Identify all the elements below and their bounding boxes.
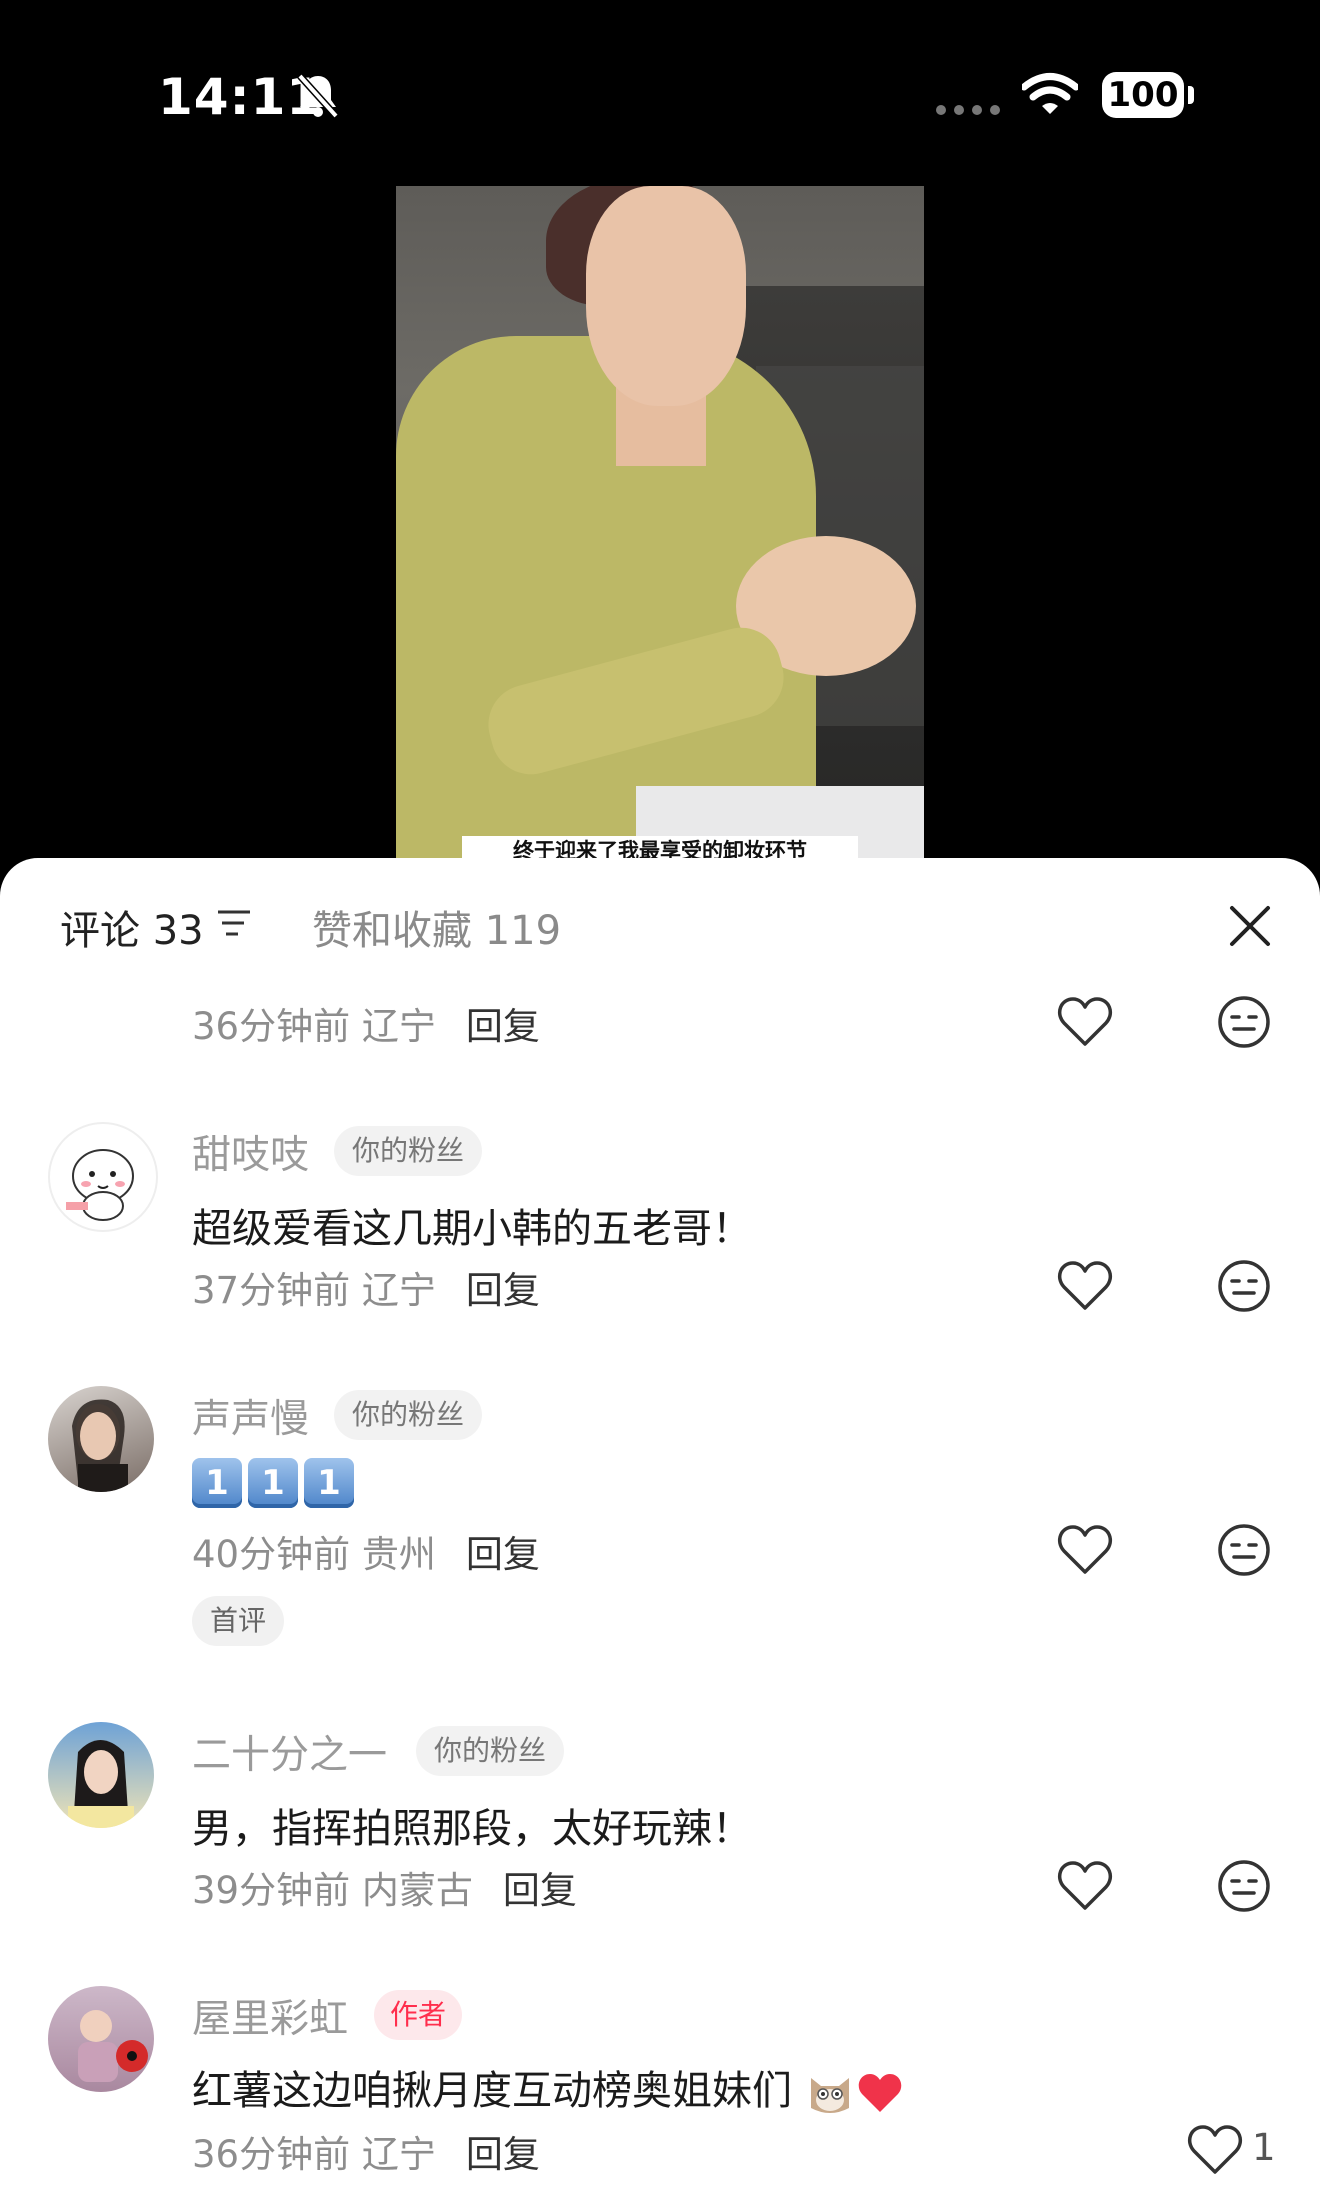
comment-emoji-keycaps: 111 — [192, 1458, 360, 1508]
heart-icon[interactable] — [1057, 1260, 1113, 1312]
comment-sheet: 评论 33 赞和收藏 119 36分钟前 辽宁 回复 甜吱吱 你的粉丝 超级爱看… — [0, 858, 1320, 2209]
sort-filter-icon[interactable] — [216, 908, 252, 938]
username[interactable]: 声声慢 — [192, 1388, 309, 1444]
reply-button[interactable]: 回复 — [466, 2133, 540, 2176]
avatar[interactable] — [48, 1722, 154, 1828]
comment-text: 超级爱看这几期小韩的五老哥！ — [192, 1206, 752, 1252]
keycap-one-emoji: 1 — [192, 1458, 242, 1508]
battery-level: 100 — [1102, 72, 1184, 118]
comment-time-location: 37分钟前 辽宁 — [192, 1269, 436, 1312]
username[interactable]: 甜吱吱 — [192, 1124, 309, 1180]
red-heart-icon — [858, 2074, 901, 2112]
username[interactable]: 二十分之一 — [192, 1724, 387, 1780]
reaction-face-icon[interactable] — [1217, 995, 1271, 1049]
tab-comments[interactable]: 评论 33 — [60, 898, 204, 956]
username[interactable]: 屋里彩虹 — [192, 1988, 348, 2044]
avatar[interactable] — [48, 1122, 158, 1232]
cat-emoji-icon — [810, 2078, 849, 2113]
tab-likes-favorites[interactable]: 赞和收藏 119 — [312, 898, 561, 956]
fan-badge: 你的粉丝 — [334, 1390, 483, 1440]
keycap-one-emoji: 1 — [304, 1458, 354, 1508]
reaction-face-icon[interactable] — [1217, 1259, 1271, 1313]
comment-time-location: 40分钟前 贵州 — [192, 1533, 436, 1576]
comment-meta: 39分钟前 内蒙古 回复 — [192, 1860, 577, 1914]
heart-icon[interactable] — [1057, 1860, 1113, 1912]
wifi-icon — [1022, 73, 1078, 114]
mute-bell-icon — [297, 73, 339, 119]
heart-icon[interactable] — [1057, 996, 1113, 1048]
comment-text-row: 红薯这边咱揪月度互动榜奥姐妹们 — [192, 2058, 905, 2118]
comment-meta: 37分钟前 辽宁 回复 — [192, 1260, 540, 1314]
sheet-tabs: 评论 33 赞和收藏 119 — [0, 858, 1320, 988]
reply-button[interactable]: 回复 — [466, 1269, 540, 1312]
avatar[interactable] — [48, 1986, 154, 2092]
comment-time-location: 39分钟前 内蒙古 — [192, 1869, 473, 1912]
reply-button[interactable]: 回复 — [466, 1533, 540, 1576]
reaction-face-icon[interactable] — [1217, 1859, 1271, 1913]
author-badge: 作者 — [374, 1990, 463, 2040]
keycap-one-emoji: 1 — [248, 1458, 298, 1508]
close-icon[interactable] — [1226, 902, 1274, 950]
signal-dots-icon — [936, 105, 1000, 115]
comment-meta: 36分钟前 辽宁 回复 — [192, 996, 540, 1050]
first-comment-badge: 首评 — [192, 1596, 285, 1646]
heart-icon[interactable] — [1057, 1524, 1113, 1576]
reply-button[interactable]: 回复 — [503, 1869, 577, 1912]
comment-time-location: 36分钟前 辽宁 — [192, 2133, 436, 2176]
comment-text: 男，指挥拍照那段，太好玩辣！ — [192, 1806, 752, 1852]
status-bar: 14:11 100 — [0, 0, 1320, 190]
reply-button[interactable]: 回复 — [466, 1005, 540, 1048]
comment-time-location: 36分钟前 辽宁 — [192, 1005, 436, 1048]
fan-badge: 你的粉丝 — [334, 1126, 483, 1176]
like-count: 1 — [1252, 2126, 1276, 2169]
comment-meta: 36分钟前 辽宁 回复 — [192, 2124, 540, 2178]
fan-badge: 你的粉丝 — [416, 1726, 565, 1776]
heart-icon[interactable] — [1187, 2124, 1243, 2176]
video-player[interactable]: 终于迎来了我最享受的卸妆环节 — [396, 186, 924, 866]
reaction-face-icon[interactable] — [1217, 1523, 1271, 1577]
comment-text: 红薯这边咱揪月度互动榜奥姐妹们 — [192, 2068, 792, 2114]
avatar[interactable] — [48, 1386, 154, 1492]
battery-indicator: 100 — [1102, 72, 1196, 120]
comment-meta: 40分钟前 贵州 回复 — [192, 1524, 540, 1578]
